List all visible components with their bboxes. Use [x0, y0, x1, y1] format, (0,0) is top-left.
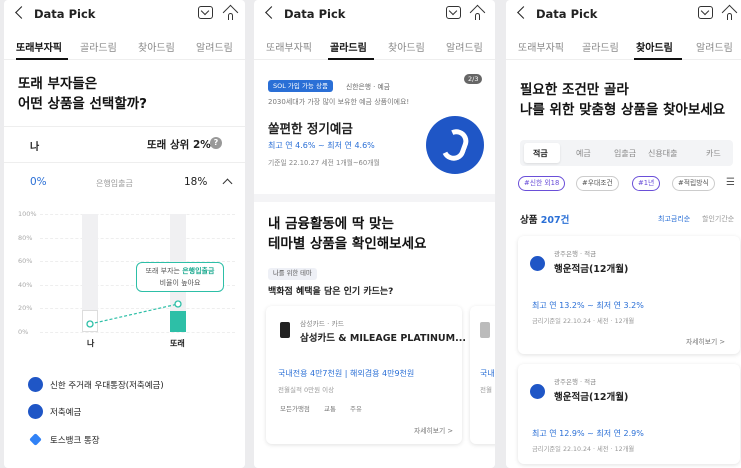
category-tab[interactable]: 카드: [706, 148, 721, 159]
tab-inform[interactable]: 알려드림: [696, 39, 733, 54]
section-title-line-2: 테마별 상품을 확인해보세요: [268, 236, 427, 252]
product-subtitle: 2030세대가 가장 많이 보유한 예금 상품이에요!: [268, 98, 410, 106]
headline-line-2: 나를 위한 맞춤형 상품을 찾아보세요: [520, 102, 726, 118]
kwangju-bank-logo-icon: [530, 256, 545, 271]
tab-pick-for-you[interactable]: 골라드림: [582, 39, 619, 54]
sliders-icon[interactable]: ☰: [726, 177, 735, 188]
screen-pick-for-you: Data Pick 또래부자픽 골라드림 찾아드림 알려드림 SOL 가입 가능…: [254, 0, 495, 468]
card-title: 삼성카드 & MILEAGE PLATINUM...: [300, 333, 466, 344]
product-card[interactable]: 광주은행 · 적금 행운적금(12개월) 최고 연 13.2% ~ 최저 연 3…: [518, 236, 740, 354]
credit-card-icon: [480, 322, 490, 338]
shinhan-logo-icon: [28, 377, 43, 392]
tab-inform[interactable]: 알려드림: [446, 39, 483, 54]
active-tab-indicator: [634, 58, 682, 60]
bank-meta: 신한은행 · 예금: [346, 83, 391, 91]
tab-find-for-you[interactable]: 찾아드림: [388, 39, 425, 54]
insight-bubble: 또래 부자는 은행입출금 비율이 높아요: [136, 262, 224, 292]
trend-connector: [86, 300, 182, 328]
card-product[interactable]: 삼성카드 · 카드 삼성카드 & MILEAGE PLATINUM... 국내전…: [266, 306, 466, 444]
category-tab[interactable]: 신용대출: [648, 148, 677, 159]
credit-card-icon: [280, 322, 290, 338]
sort-option-active[interactable]: 최고금리순: [658, 214, 690, 224]
product-rate: 최고 연 4.6% ~ 최저 연 4.6%: [268, 141, 375, 150]
card-tag: 교통: [324, 405, 336, 413]
product-title: 쏠편한 정기예금: [268, 121, 353, 136]
shinhan-logo-icon: [28, 404, 43, 419]
shinhan-logo-icon: [426, 116, 484, 174]
filter-chip[interactable]: #우대조건: [576, 176, 619, 191]
headline-line-1: 필요한 조건만 골라: [520, 82, 629, 98]
category-tabs: 적금 예금 입출금 신용대출 카드: [520, 140, 733, 166]
chevron-left-icon[interactable]: [265, 6, 278, 19]
chevron-left-icon[interactable]: [517, 6, 530, 19]
theme-chip: 나를 위한 테마: [268, 268, 317, 280]
detail-link[interactable]: 자세히보기 >: [686, 336, 725, 346]
home-icon[interactable]: [469, 4, 486, 21]
connector-point: [174, 300, 182, 308]
tab-pick-for-you[interactable]: 골라드림: [330, 39, 367, 54]
card-tag: 모든가맹점: [280, 405, 310, 413]
header-title: Data Pick: [284, 7, 346, 21]
page-counter: 2/3: [464, 74, 483, 84]
theme-headline: 백화점 혜택을 담은 인기 카드는?: [268, 287, 394, 297]
active-tab-indicator: [328, 58, 374, 60]
sol-badge: SOL 가입 가능 상품: [268, 80, 333, 92]
product-count: 상품 207건: [520, 215, 570, 226]
product-card[interactable]: 광주은행 · 적금 행운적금(12개월) 최고 연 12.9% ~ 최저 연 2…: [518, 364, 740, 464]
next-card-peek[interactable]: 국내 전월: [470, 306, 495, 444]
category-tab[interactable]: 적금: [533, 148, 548, 159]
filter-chip[interactable]: #적립방식: [672, 176, 715, 191]
category-tab[interactable]: 예금: [576, 148, 591, 159]
app-header: Data Pick: [506, 0, 741, 30]
section-title-line-1: 내 금융활동에 딱 맞는: [268, 216, 394, 232]
inbox-icon[interactable]: [446, 6, 461, 19]
connector-point: [86, 320, 94, 328]
top-tabs: 또래부자픽 골라드림 찾아드림 알려드림: [506, 34, 741, 60]
section-gap: [254, 194, 495, 202]
header-title: Data Pick: [536, 7, 598, 21]
home-icon[interactable]: [721, 4, 738, 21]
card-benefit: 국내전용 4만7천원 | 해외겸용 4만9천원: [278, 369, 415, 378]
tab-peer-pick[interactable]: 또래부자픽: [266, 39, 312, 54]
inbox-icon[interactable]: [698, 6, 713, 19]
category-tab[interactable]: 입출금: [614, 148, 636, 159]
screenshot-collage: Data Pick 또래부자픽 골라드림 찾아드림 알려드림 또래 부자들은 어…: [0, 0, 741, 468]
filter-chip[interactable]: #1년: [632, 176, 661, 191]
screen-peer-pick: Data Pick 또래부자픽 골라드림 찾아드림 알려드림 또래 부자들은 어…: [4, 0, 245, 468]
connector-line: [89, 303, 179, 325]
app-header: Data Pick: [254, 0, 495, 30]
rate-meta: 기준일 22.10.27 세전 1개월~60개월: [268, 159, 380, 167]
card-condition: 전월실적 0만원 이상: [278, 386, 335, 394]
tab-find-for-you[interactable]: 찾아드림: [636, 39, 673, 54]
filter-chip[interactable]: #신한 외18: [518, 176, 566, 191]
top-tabs: 또래부자픽 골라드림 찾아드림 알려드림: [254, 34, 495, 60]
detail-link[interactable]: 자세히보기 >: [414, 425, 453, 435]
sort-option[interactable]: 할인기간순: [702, 214, 734, 224]
screen-find-for-you: Data Pick 또래부자픽 골라드림 찾아드림 알려드림 필요한 조건만 골…: [506, 0, 741, 468]
card-tag: 주유: [350, 405, 362, 413]
card-meta: 삼성카드 · 카드: [300, 320, 345, 328]
kwangju-bank-logo-icon: [530, 384, 545, 399]
tab-peer-pick[interactable]: 또래부자픽: [518, 39, 564, 54]
